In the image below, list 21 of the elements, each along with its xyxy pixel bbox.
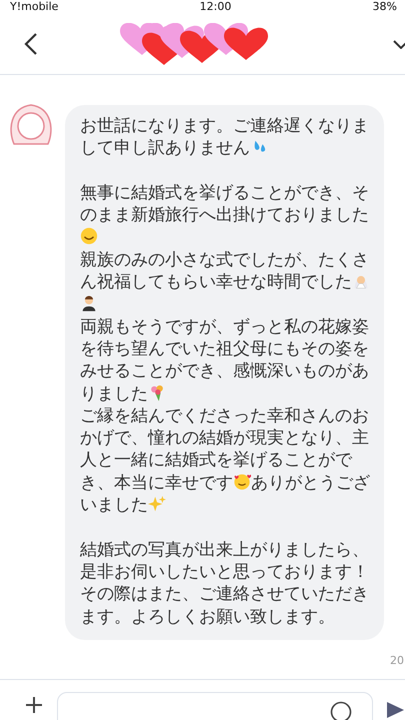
clock-time: 12:00 xyxy=(200,0,232,14)
message-text: お世話になります。ご連絡遅くなりまして申し訳ありません xyxy=(80,115,370,160)
emoji-icon[interactable] xyxy=(330,701,352,720)
message-text: 両親もそうですが、ずっと私の花嫁姿を待ち望んでいた祖父母にもその姿をみせることができ、感慨深いものがありました xyxy=(80,316,370,405)
chevron-down-icon[interactable] xyxy=(393,39,405,49)
message-input-field[interactable] xyxy=(57,692,373,720)
sparkles-icon xyxy=(148,495,166,514)
message-text: ご縁を結んでくださった幸和さんのおかげで、憧れの結婚が現実となり、主人と一緒に結婚式を挙げることができ、本当に幸せです ありがとうございました xyxy=(80,404,370,516)
plus-icon[interactable] xyxy=(25,696,43,714)
message-text: 親族のみの小さな式でしたが、たくさん祝福してもらい幸せな時間でした xyxy=(80,248,370,316)
message-time: 20 xyxy=(390,654,404,667)
carrier-name: Y!mobile xyxy=(10,0,58,14)
groom-icon xyxy=(80,294,98,312)
back-icon[interactable] xyxy=(24,32,38,56)
smiling-hearts-face-icon xyxy=(233,472,251,491)
send-icon[interactable] xyxy=(385,700,405,720)
bouquet-icon xyxy=(148,384,166,402)
smiling-face-icon xyxy=(80,227,98,246)
message-text: 無事に結婚式を挙げることができ、そのまま新婚旅行へ出掛けておりました xyxy=(80,182,370,249)
battery-percent: 38% xyxy=(372,0,397,14)
message-text: 結婚式の写真が出来上がりましたら、是非お伺いしたいと思っております！その際はまた、ご連絡させていただきます。よろしくお願い致します。 xyxy=(80,538,370,628)
